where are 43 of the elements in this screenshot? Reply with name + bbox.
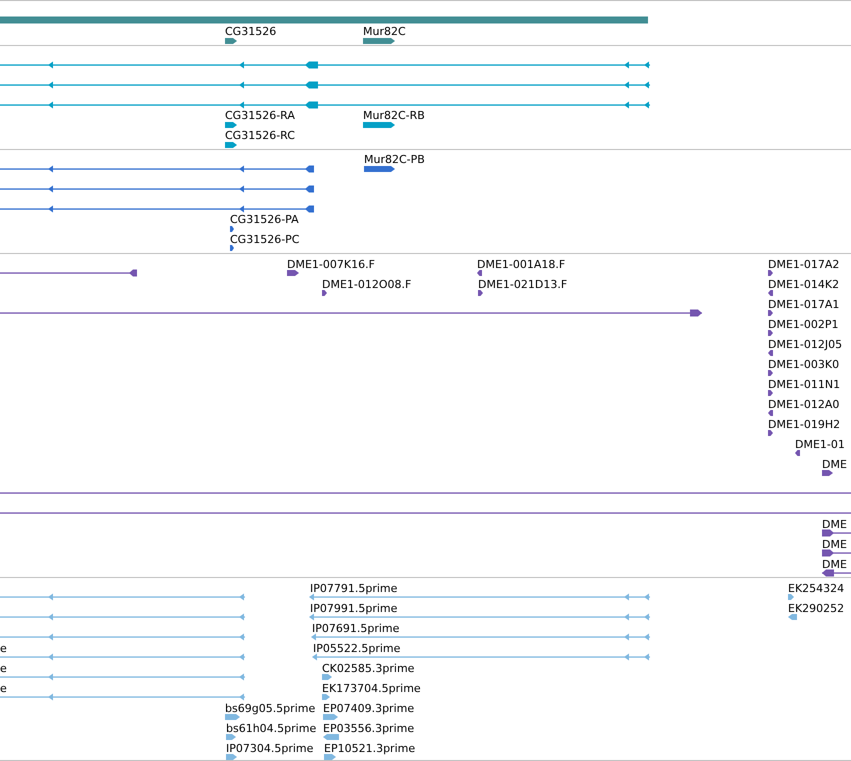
feature-label: DME1-017A2	[768, 258, 840, 271]
feature-label: CG31526	[225, 25, 276, 38]
feature-label: DME1-012O08.F	[322, 278, 412, 291]
feature-label: DME1-019H2	[768, 418, 840, 431]
feature-label: Mur82C-RB	[363, 109, 425, 122]
feature-label: e	[0, 662, 7, 675]
feature-label: DME	[822, 558, 847, 571]
feature-label: IP07791.5prime	[310, 582, 398, 595]
feature-label: DME1-01	[795, 438, 845, 451]
feature-label: IP07691.5prime	[312, 622, 400, 635]
feature-label: EK254324	[788, 582, 844, 595]
feature-label: e	[0, 682, 7, 695]
feature-label: EP03556.3prime	[323, 722, 414, 735]
feature-label: IP07304.5prime	[226, 742, 314, 755]
feature-label: EP10521.3prime	[324, 742, 416, 755]
feature-label: CG31526-RC	[225, 129, 295, 142]
feature-label: DME1-012A0	[768, 398, 840, 411]
feature-label: DME1-014K2	[768, 278, 840, 291]
feature-label: CG31526-RA	[225, 109, 295, 122]
feature-label: IP05522.5prime	[313, 642, 400, 655]
feature-label: Mur82C	[363, 25, 406, 38]
feature-label: DME	[822, 458, 847, 471]
feature-label: EK173704.5prime	[322, 682, 421, 695]
feature-label: DME	[822, 538, 847, 551]
feature-label: bs61h04.5prime	[226, 722, 316, 735]
feature-label: DME1-017A1	[768, 298, 840, 311]
feature-label: DME1-001A18.F	[477, 258, 566, 271]
feature-label: Mur82C-PB	[364, 153, 425, 166]
feature-label: DME1-012J05	[768, 338, 842, 351]
feature-label: CG31526-PA	[230, 213, 299, 226]
feature-label: DME1-021D13.F	[478, 278, 568, 291]
feature-label: e	[0, 642, 7, 655]
feature-label: DME1-007K16.F	[287, 258, 375, 271]
feature-label: CG31526-PC	[230, 233, 300, 246]
feature-label: IP07991.5prime	[310, 602, 398, 615]
feature-label: DME1-011N1	[768, 378, 840, 391]
feature-label: CK02585.3prime	[322, 662, 414, 675]
feature-label: DME1-002P1	[768, 318, 839, 331]
feature-label: EP07409.3prime	[323, 702, 414, 715]
feature-label: DME	[822, 518, 847, 531]
feature-label: DME1-003K0	[768, 358, 840, 371]
feature-label: EK290252	[788, 602, 844, 615]
feature-label: bs69g05.5prime	[225, 702, 316, 715]
